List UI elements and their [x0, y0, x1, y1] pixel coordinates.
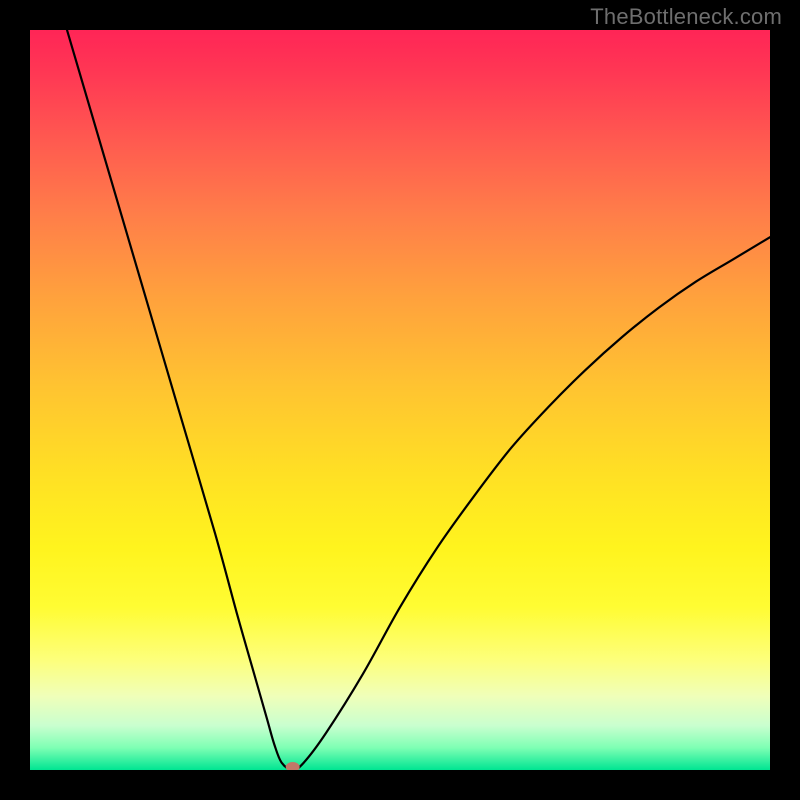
minimum-marker: [286, 762, 300, 770]
chart-frame: TheBottleneck.com: [0, 0, 800, 800]
plot-area: [30, 30, 770, 770]
watermark-text: TheBottleneck.com: [590, 4, 782, 30]
curve-layer: [30, 30, 770, 770]
bottleneck-curve: [67, 30, 770, 770]
